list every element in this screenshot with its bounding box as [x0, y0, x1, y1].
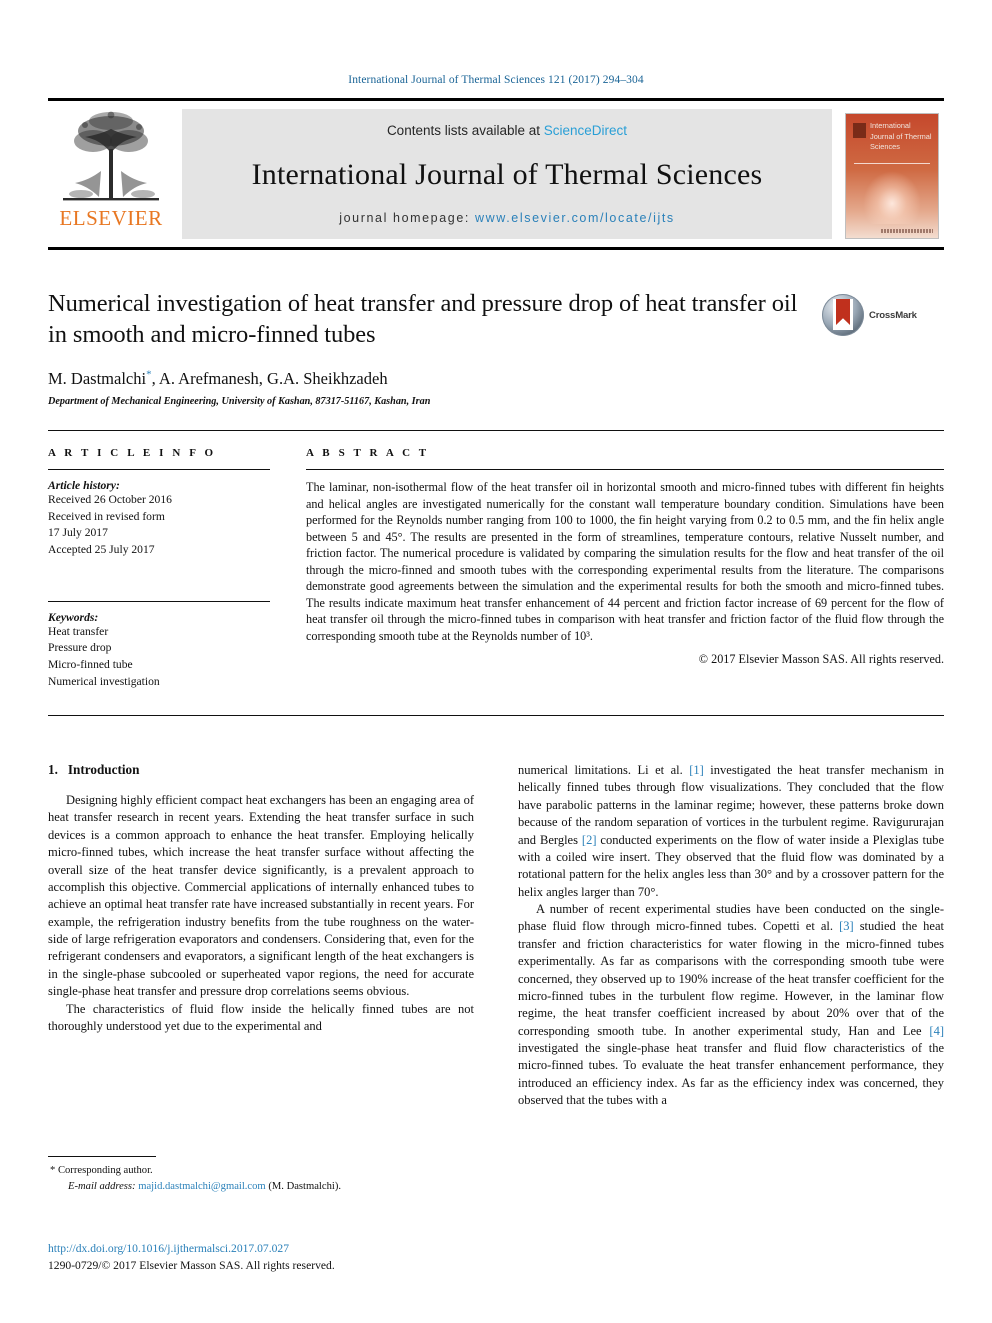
homepage-url-link[interactable]: www.elsevier.com/locate/ijts: [475, 211, 675, 225]
keyword-item: Micro-finned tube: [48, 658, 133, 672]
section-heading-introduction: 1. Introduction: [48, 762, 474, 778]
paper-page: International Journal of Thermal Science…: [0, 0, 992, 1323]
abstract-column: A B S T R A C T The laminar, non-isother…: [306, 447, 944, 691]
keywords-block: Keywords: Heat transfer Pressure drop Mi…: [48, 600, 270, 691]
journal-homepage-line: journal homepage: www.elsevier.com/locat…: [339, 211, 675, 225]
citation-ref-4[interactable]: [4]: [929, 1024, 944, 1038]
email-owner: (M. Dastmalchi).: [268, 1180, 341, 1192]
masthead-banner: Contents lists available at ScienceDirec…: [182, 109, 832, 239]
page-title: Numerical investigation of heat transfer…: [48, 290, 798, 349]
crossmark-badge[interactable]: CrossMark: [822, 292, 934, 338]
crossmark-label: CrossMark: [869, 309, 917, 321]
cover-publisher-icon: [853, 123, 866, 138]
article-history-label: Article history:: [48, 479, 120, 492]
sciencedirect-link[interactable]: ScienceDirect: [544, 123, 627, 138]
paragraph: Designing highly efficient compact heat …: [48, 793, 474, 999]
cover-title-text: International Journal of Thermal Science…: [870, 121, 932, 152]
article-info-column: A R T I C L E I N F O Article history: R…: [48, 447, 270, 691]
footnote-rule: [48, 1156, 156, 1157]
citation-ref-1[interactable]: [1]: [689, 763, 704, 777]
paragraph-text: investigated the single-phase heat trans…: [518, 1041, 944, 1108]
publication-footer: http://dx.doi.org/10.1016/j.ijthermalsci…: [48, 1241, 518, 1275]
affiliation: Department of Mechanical Engineering, Un…: [48, 396, 431, 408]
journal-cover-wrap: International Journal of Thermal Science…: [840, 105, 944, 247]
contents-prefix: Contents lists available at: [386, 123, 544, 138]
abstract-rule: [306, 469, 944, 470]
history-line: 17 July 2017: [48, 526, 108, 540]
paragraph: A number of recent experimental studies …: [518, 901, 944, 1110]
journal-masthead: ELSEVIER Contents lists available at Sci…: [48, 98, 944, 250]
author-list: M. Dastmalchi*, A. Arefmanesh, G.A. Shei…: [48, 369, 808, 390]
title-block: Numerical investigation of heat transfer…: [48, 288, 808, 407]
abstract-heading: A B S T R A C T: [306, 447, 430, 459]
journal-cover-image: International Journal of Thermal Science…: [845, 113, 939, 239]
doi-link[interactable]: http://dx.doi.org/10.1016/j.ijthermalsci…: [48, 1241, 518, 1258]
email-link[interactable]: majid.dastmalchi@gmail.com: [138, 1181, 265, 1192]
cover-artwork: [862, 170, 922, 224]
citation-ref-3[interactable]: [3]: [839, 919, 854, 933]
corresponding-author-note: * Corresponding author.: [50, 1165, 153, 1176]
paragraph: The characteristics of fluid flow inside…: [48, 1001, 474, 1033]
cover-footer-strip: [881, 229, 933, 233]
paragraph: numerical limitations. Li et al. [1] inv…: [518, 762, 944, 901]
email-label: E-mail address:: [68, 1180, 136, 1192]
keywords-rule: [48, 600, 270, 602]
homepage-prefix: journal homepage:: [339, 211, 476, 225]
running-head: International Journal of Thermal Science…: [348, 74, 644, 86]
authors-text: M. Dastmalchi*, A. Arefmanesh, G.A. Shei…: [48, 368, 388, 389]
history-line: Received 26 October 2016: [48, 493, 172, 506]
cover-divider: [854, 163, 930, 164]
journal-title: International Journal of Thermal Science…: [251, 157, 763, 191]
elsevier-logo: ELSEVIER: [48, 105, 174, 247]
history-line: Received in revised form: [48, 509, 165, 523]
crossmark-icon: [822, 294, 864, 336]
article-info-heading: A R T I C L E I N F O: [48, 447, 217, 459]
elsevier-wordmark: ELSEVIER: [59, 206, 163, 230]
keyword-item: Pressure drop: [48, 641, 112, 655]
paragraph-text: studied the heat transfer and friction c…: [518, 919, 944, 1038]
issn-copyright-line: 1290-0729/© 2017 Elsevier Masson SAS. Al…: [48, 1258, 335, 1272]
corresponding-author-marker: *: [146, 368, 152, 381]
keywords-label: Keywords:: [48, 610, 99, 624]
body-columns: 1. Introduction Designing highly efficien…: [48, 762, 944, 1110]
section-title: Introduction: [67, 762, 140, 777]
keyword-item: Heat transfer: [48, 624, 109, 638]
history-line: Accepted 25 July 2017: [48, 543, 155, 557]
abstract-copyright: © 2017 Elsevier Masson SAS. All rights r…: [698, 652, 944, 667]
article-info-rule: [48, 469, 270, 470]
contents-lists-line: Contents lists available at ScienceDirec…: [387, 123, 627, 138]
abstract-text: The laminar, non-isothermal flow of the …: [306, 480, 944, 643]
body-right-column: numerical limitations. Li et al. [1] inv…: [518, 762, 944, 1110]
email-note: E-mail address: majid.dastmalchi@gmail.c…: [48, 1179, 474, 1195]
footnote-block: * Corresponding author. E-mail address: …: [48, 1156, 474, 1195]
article-info-abstract-band: A R T I C L E I N F O Article history: R…: [48, 430, 944, 716]
paragraph-text: numerical limitations. Li et al.: [518, 763, 690, 777]
citation-ref-2[interactable]: [2]: [582, 833, 597, 847]
keyword-item: Numerical investigation: [48, 674, 160, 688]
section-number: 1.: [48, 762, 58, 777]
body-left-column: 1. Introduction Designing highly efficien…: [48, 762, 474, 1110]
elsevier-tree-icon: [63, 111, 159, 201]
